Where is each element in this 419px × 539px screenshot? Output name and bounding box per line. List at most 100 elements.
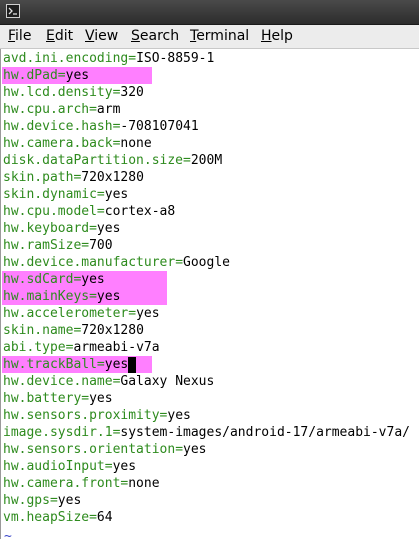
config-line: avd.ini.encoding=ISO-8859-1	[3, 50, 214, 67]
menu-search[interactable]: Search	[131, 28, 179, 44]
config-value: yes	[167, 408, 191, 423]
menu-edit[interactable]: Edit	[46, 28, 73, 44]
config-key: skin.path	[3, 170, 74, 185]
config-key: hw.camera.back	[3, 136, 113, 151]
config-line: hw.device.name=Galaxy Nexus	[3, 373, 214, 390]
config-line: disk.dataPartition.size=200M	[3, 152, 222, 169]
config-value: 200M	[190, 153, 223, 168]
config-key: hw.gps	[3, 493, 50, 508]
config-line: hw.camera.back=none	[3, 135, 152, 152]
config-key: avd.ini.encoding	[3, 51, 129, 66]
config-line: hw.battery=yes	[3, 390, 113, 407]
config-line: hw.cpu.arch=arm	[3, 101, 120, 118]
config-value: arm	[96, 102, 121, 117]
config-value: system-images/android-17/armeabi-v7a/	[120, 425, 410, 440]
equals-sign: =	[175, 442, 184, 457]
config-key: skin.dynamic	[3, 187, 97, 202]
terminal-icon[interactable]	[6, 4, 20, 18]
config-key: hw.mainKeys	[3, 289, 90, 304]
equals-sign: =	[96, 204, 105, 219]
config-value: yes	[104, 357, 129, 372]
config-key: hw.device.manufacturer	[3, 255, 176, 270]
equals-sign: =	[81, 238, 90, 253]
config-line: hw.cpu.model=cortex-a8	[3, 203, 175, 220]
config-line: hw.device.manufacturer=Google	[3, 254, 230, 271]
config-value: yes	[136, 306, 160, 321]
config-line: skin.dynamic=yes	[3, 186, 128, 203]
config-line: hw.mainKeys=yes	[3, 288, 120, 305]
editor-text-area[interactable]: avd.ini.encoding=ISO-8859-1 hw.dPad=yes hw…	[0, 49, 419, 539]
config-line: skin.name=720x1280	[3, 322, 144, 339]
config-line: hw.ramSize=700	[3, 237, 113, 254]
config-key: hw.keyboard	[3, 221, 90, 236]
equals-sign: =	[96, 357, 105, 372]
title-bar	[0, 0, 419, 25]
config-line: hw.sdCard=yes	[3, 271, 105, 288]
config-line: image.sysdir.1=system-images/android-17/…	[3, 424, 410, 441]
config-value: yes	[81, 272, 105, 287]
config-key: disk.dataPartition.size	[3, 153, 184, 168]
config-value: cortex-a8	[104, 204, 176, 219]
config-value: yes	[96, 289, 121, 304]
config-key: hw.sensors.proximity	[3, 408, 160, 423]
equals-sign: =	[89, 221, 97, 236]
end-of-buffer-marker: ~	[4, 529, 12, 539]
equals-sign: =	[89, 102, 97, 117]
config-value: armeabi-v7a	[73, 340, 160, 355]
config-key: hw.sensors.orientation	[3, 442, 176, 457]
equals-sign: =	[49, 493, 58, 508]
config-line: hw.trackBall=yes	[3, 356, 128, 373]
equals-sign: =	[104, 459, 113, 474]
config-value: yes	[112, 459, 137, 474]
config-line: hw.dPad=yes	[3, 67, 89, 84]
config-value: 700	[89, 238, 113, 253]
equals-sign: =	[128, 51, 137, 66]
config-key: image.sysdir.1	[3, 425, 113, 440]
config-line: hw.lcd.density=320	[3, 84, 144, 101]
config-value: yes	[183, 442, 207, 457]
menu-terminal[interactable]: Terminal	[190, 28, 249, 44]
config-key: hw.cpu.arch	[3, 102, 90, 117]
config-value: 720x1280	[81, 323, 144, 338]
config-line: hw.audioInput=yes	[3, 458, 136, 475]
equals-sign: =	[175, 255, 184, 270]
menu-view[interactable]: View	[85, 28, 118, 44]
equals-sign: =	[183, 153, 191, 168]
equals-sign: =	[89, 289, 97, 304]
config-value: none	[120, 136, 152, 151]
config-line: hw.sensors.proximity=yes	[3, 407, 191, 424]
config-key: hw.accelerometer	[3, 306, 129, 321]
config-value: -708107041	[120, 119, 199, 134]
config-value: none	[128, 476, 160, 491]
config-key: hw.battery	[3, 391, 82, 406]
text-cursor	[128, 357, 136, 373]
config-key: hw.device.name	[3, 374, 113, 389]
config-line: hw.gps=yes	[3, 492, 81, 509]
config-key: vm.heapSize	[3, 510, 90, 525]
config-value: Google	[183, 255, 230, 270]
config-key: hw.device.hash	[3, 119, 113, 134]
config-key: hw.sdCard	[3, 272, 74, 287]
menu-file[interactable]: File	[8, 28, 31, 44]
config-value: Galaxy Nexus	[120, 374, 215, 389]
config-value: yes	[57, 493, 82, 508]
equals-sign: =	[57, 68, 66, 83]
menu-help[interactable]: Help	[261, 28, 293, 44]
config-value: yes	[65, 68, 90, 83]
config-value: 64	[96, 510, 113, 525]
config-key: hw.cpu.model	[3, 204, 97, 219]
config-value: 720x1280	[81, 170, 144, 185]
config-value: 320	[120, 85, 144, 100]
config-line: vm.heapSize=64	[3, 509, 113, 526]
config-key: hw.camera.front	[3, 476, 121, 491]
config-value: ISO-8859-1	[136, 51, 215, 66]
config-line: skin.path=720x1280	[3, 169, 144, 186]
config-line: abi.type=armeabi-v7a	[3, 339, 160, 356]
config-value: yes	[104, 187, 129, 202]
config-line: hw.accelerometer=yes	[3, 305, 160, 322]
config-key: hw.dPad	[3, 68, 58, 83]
config-value: yes	[89, 391, 113, 406]
menu-bar: File Edit View Search Terminal Help	[0, 25, 419, 49]
config-key: hw.lcd.density	[3, 85, 113, 100]
config-key: hw.audioInput	[3, 459, 105, 474]
